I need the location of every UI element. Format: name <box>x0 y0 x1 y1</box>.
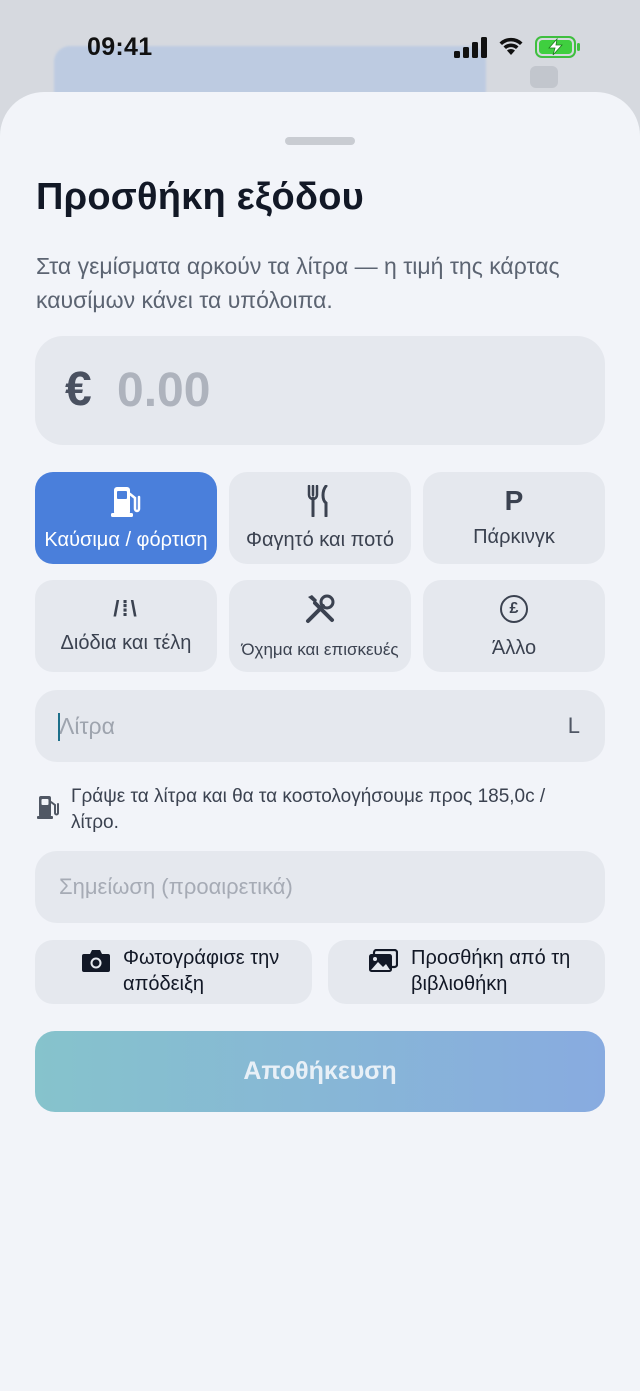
category-label: Φαγητό και ποτό <box>246 529 394 551</box>
fuel-pump-icon <box>37 796 59 819</box>
take-receipt-photo-button[interactable]: Φωτογράφισε την απόδειξη <box>35 940 312 1004</box>
liters-hint: Γράψε τα λίτρα και θα τα κοστολογήσουμε … <box>71 786 546 833</box>
liters-input[interactable] <box>59 704 539 748</box>
amount-input[interactable] <box>117 357 557 423</box>
save-button[interactable]: Αποθήκευση <box>35 1031 605 1112</box>
parking-icon: P <box>504 485 524 516</box>
currency-symbol: € <box>65 363 92 416</box>
category-label: Άλλο <box>491 637 537 659</box>
amount-field[interactable]: € <box>35 336 605 445</box>
take-receipt-photo-label: Φωτογράφισε την απόδειξη <box>123 947 280 995</box>
category-label: Πάρκινγκ <box>473 526 555 548</box>
sheet-grabber[interactable] <box>285 137 355 145</box>
sheet-subtitle: Στα γεμίσματα αρκούν τα λίτρα — η τιμή τ… <box>36 253 560 313</box>
category-label: Καύσιμα / φόρτιση <box>44 529 208 551</box>
note-input[interactable] <box>59 865 579 909</box>
battery-charging-icon <box>535 36 580 58</box>
pound-coin-icon: £ <box>500 595 528 623</box>
liters-unit: L <box>567 713 580 738</box>
liters-field[interactable]: L <box>35 690 605 762</box>
fork-knife-icon <box>307 485 328 517</box>
road-icon: /⁞\ <box>113 596 139 621</box>
category-vehicle-repairs[interactable]: Όχημα και επισκευές <box>229 580 411 672</box>
add-expense-sheet: Προσθήκη εξόδου Στα γεμίσματα αρκούν τα … <box>0 92 640 1391</box>
category-other[interactable]: £ Άλλο <box>423 580 605 672</box>
category-fuel-charging[interactable]: Καύσιμα / φόρτιση <box>35 472 217 564</box>
text-cursor <box>58 713 60 741</box>
camera-icon <box>82 950 110 972</box>
note-field[interactable] <box>35 851 605 923</box>
wifi-icon <box>499 37 523 55</box>
category-food-drink[interactable]: Φαγητό και ποτό <box>229 472 411 564</box>
category-tolls-fees[interactable]: /⁞\ Διόδια και τέλη <box>35 580 217 672</box>
category-label: Όχημα και επισκευές <box>241 640 399 659</box>
add-from-library-button[interactable]: Προσθήκη από τη βιβλιοθήκη <box>328 940 605 1004</box>
category-parking[interactable]: P Πάρκινγκ <box>423 472 605 564</box>
category-label: Διόδια και τέλη <box>60 632 192 654</box>
status-bar: 09:41 <box>0 0 640 92</box>
sheet-title: Προσθήκη εξόδου <box>36 176 364 218</box>
fuel-pump-icon <box>111 487 141 517</box>
wrench-screwdriver-icon <box>306 594 335 623</box>
photo-library-icon <box>369 949 398 972</box>
cellular-signal-icon <box>454 37 487 58</box>
status-time: 09:41 <box>87 33 153 61</box>
add-from-library-label: Προσθήκη από τη βιβλιοθήκη <box>411 947 571 995</box>
